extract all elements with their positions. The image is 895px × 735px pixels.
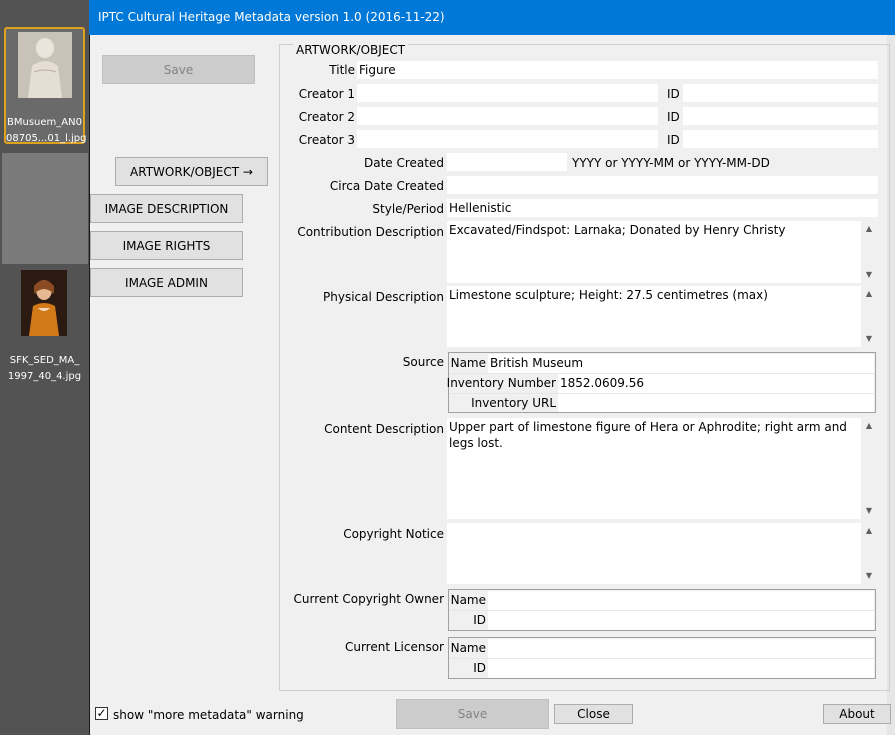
creator-3-id-field[interactable] [683, 130, 878, 148]
contribution-description-field[interactable]: Excavated/Findspot: Larnaka; Donated by … [447, 221, 861, 283]
dialog-title: IPTC Cultural Heritage Metadata version … [89, 0, 895, 35]
save-button-top[interactable]: Save [102, 55, 255, 84]
licensor-name-row: Name [450, 639, 874, 659]
tab-image-description[interactable]: IMAGE DESCRIPTION [90, 194, 243, 223]
group-title: ARTWORK/OBJECT [293, 43, 409, 57]
inventory-url-label: Inventory URL [471, 396, 556, 410]
filmstrip-item-2[interactable] [2, 153, 88, 264]
physical-description-field[interactable]: Limestone sculpture; Height: 27.5 centim… [447, 286, 861, 347]
close-button[interactable]: Close [554, 704, 633, 724]
contribution-description-label: Contribution Description [297, 225, 444, 239]
copyright-owner-id-field[interactable] [488, 611, 874, 630]
licensor-id-field[interactable] [488, 659, 874, 678]
title-field[interactable]: Figure [357, 61, 878, 79]
style-period-field[interactable]: Hellenistic [447, 199, 878, 217]
inventory-number-row: Inventory Number 1852.0609.56 [446, 374, 874, 394]
more-metadata-warning-label: show "more metadata" warning [113, 708, 304, 722]
creator-2-id-field[interactable] [683, 107, 878, 125]
source-name-field[interactable]: British Museum [488, 354, 874, 373]
copyright-notice-field[interactable] [447, 523, 861, 584]
copyright-notice-label: Copyright Notice [343, 527, 444, 541]
creator-2-field[interactable] [357, 107, 658, 125]
more-metadata-warning-checkbox[interactable]: ✓ [95, 707, 108, 720]
content-description-label: Content Description [324, 422, 444, 436]
creator-2-id-label: ID [667, 110, 680, 124]
physical-description-scrollbar[interactable]: ▲ ▼ [861, 286, 877, 347]
licensor-name-label: Name [450, 641, 486, 655]
tab-artwork-object[interactable]: ARTWORK/OBJECT → [115, 157, 268, 186]
current-copyright-owner-label: Current Copyright Owner [293, 592, 444, 606]
creator-1-label: Creator 1 [298, 87, 355, 101]
contribution-description-scrollbar[interactable]: ▲ ▼ [861, 221, 877, 283]
creator-3-label: Creator 3 [298, 133, 355, 147]
licensor-id-row: ID [450, 659, 874, 678]
inventory-url-row: Inventory URL [450, 394, 874, 412]
date-format-hint: YYYY or YYYY-MM or YYYY-MM-DD [572, 156, 770, 170]
creator-3-field[interactable] [357, 130, 658, 148]
source-table: Name British Museum Inventory Number 185… [446, 352, 876, 413]
copyright-owner-id-label: ID [473, 613, 486, 627]
inventory-number-field[interactable]: 1852.0609.56 [558, 374, 874, 393]
scroll-down-icon[interactable]: ▼ [861, 503, 877, 519]
creator-1-id-field[interactable] [683, 84, 878, 102]
circa-date-created-label: Circa Date Created [329, 179, 444, 193]
creator-1-field[interactable] [357, 84, 658, 102]
thumbnail-portrait [21, 270, 67, 336]
filmstrip-item-3-label: SFK_SED_MA_ 1997_40_4.jpg [7, 355, 82, 382]
scroll-down-icon[interactable]: ▼ [861, 568, 877, 584]
creator-2-label: Creator 2 [298, 110, 355, 124]
copyright-owner-id-row: ID [450, 611, 874, 630]
copyright-owner-name-row: Name [450, 591, 874, 611]
filmstrip-item-1-label: BMusuem_AN0 08705...01_l.jpg [6, 117, 87, 144]
creator-1-id-label: ID [667, 87, 680, 101]
inventory-url-field[interactable] [558, 394, 874, 412]
scroll-up-icon[interactable]: ▲ [861, 418, 877, 434]
filmstrip-item-3[interactable]: SFK_SED_MA_ 1997_40_4.jpg [0, 266, 89, 388]
content-description-field[interactable]: Upper part of limestone figure of Hera o… [447, 418, 861, 519]
scroll-down-icon[interactable]: ▼ [861, 331, 877, 347]
content-description-scrollbar[interactable]: ▲ ▼ [861, 418, 877, 519]
date-created-field[interactable] [447, 153, 567, 171]
copyright-owner-name-field[interactable] [488, 591, 874, 610]
scroll-up-icon[interactable]: ▲ [861, 523, 877, 539]
source-label: Source [402, 355, 444, 369]
source-name-label: Name [450, 356, 486, 370]
copyright-owner-name-label: Name [450, 593, 486, 607]
thumbnail-sculpture [18, 32, 72, 98]
save-button[interactable]: Save [396, 699, 549, 729]
source-name-row: Name British Museum [450, 354, 874, 374]
licensor-table: Name ID [448, 637, 876, 679]
copyright-notice-scrollbar[interactable]: ▲ ▼ [861, 523, 877, 584]
scroll-down-icon[interactable]: ▼ [861, 267, 877, 283]
licensor-name-field[interactable] [488, 639, 874, 658]
title-label: Title [329, 63, 355, 77]
creator-3-id-label: ID [667, 133, 680, 147]
current-licensor-label: Current Licensor [344, 640, 444, 654]
tab-image-rights[interactable]: IMAGE RIGHTS [90, 231, 243, 260]
style-period-label: Style/Period [372, 202, 444, 216]
copyright-owner-table: Name ID [448, 589, 876, 631]
about-button[interactable]: About [823, 704, 891, 724]
scroll-up-icon[interactable]: ▲ [861, 221, 877, 237]
inventory-number-label: Inventory Number [446, 376, 556, 390]
date-created-label: Date Created [364, 156, 444, 170]
scroll-up-icon[interactable]: ▲ [861, 286, 877, 302]
physical-description-label: Physical Description [323, 290, 444, 304]
licensor-id-label: ID [473, 661, 486, 675]
filmstrip-item-1[interactable]: BMusuem_AN0 08705...01_l.jpg [4, 27, 87, 144]
circa-date-created-field[interactable] [447, 176, 878, 194]
tab-image-admin[interactable]: IMAGE ADMIN [90, 268, 243, 297]
filmstrip[interactable]: BMusuem_AN0 08705...01_l.jpg SFK_SED_MA_… [0, 0, 89, 735]
